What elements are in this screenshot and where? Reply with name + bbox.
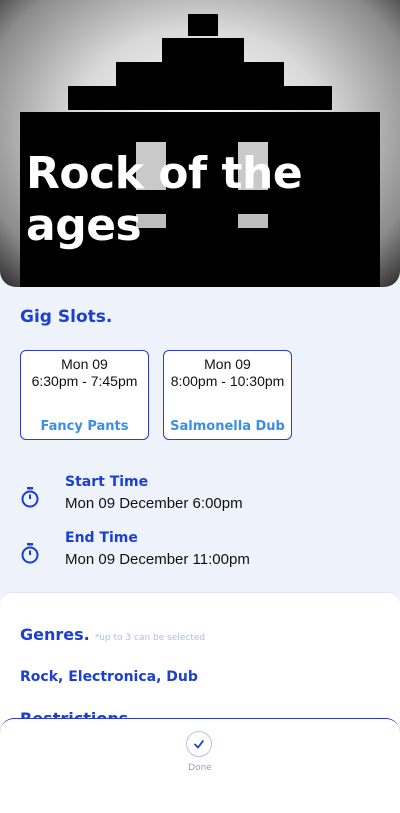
- bottom-sheet: Done: [0, 718, 400, 801]
- genres-title: Genres.: [20, 625, 90, 644]
- end-time-value: Mon 09 December 11:00pm: [65, 551, 250, 568]
- end-time-row[interactable]: End Time Mon 09 December 11:00pm: [20, 530, 380, 574]
- done-label: Done: [188, 763, 212, 773]
- gig-slot-card[interactable]: Mon 09 8:00pm - 10:30pm Salmonella Dub: [163, 350, 292, 440]
- slot-act: Salmonella Dub: [170, 419, 285, 434]
- start-time-label: Start Time: [65, 474, 149, 490]
- check-icon: [194, 740, 204, 749]
- slot-time: 8:00pm - 10:30pm: [170, 373, 285, 389]
- genres-value[interactable]: Rock, Electronica, Dub: [20, 669, 198, 685]
- genres-heading: Genres. *up to 3 can be selected: [20, 625, 205, 644]
- hero-banner: Rock of the ages: [0, 0, 400, 287]
- start-time-row[interactable]: Start Time Mon 09 December 6:00pm: [20, 474, 380, 518]
- slot-time: 6:30pm - 7:45pm: [31, 373, 138, 389]
- slot-day: Mon 09: [61, 356, 108, 372]
- gig-slots-heading: Gig Slots.: [20, 307, 113, 327]
- start-time-value: Mon 09 December 6:00pm: [65, 495, 243, 512]
- slot-day: Mon 09: [204, 356, 251, 372]
- event-title: Rock of the ages: [26, 148, 303, 251]
- done-button[interactable]: [186, 731, 212, 757]
- end-time-label: End Time: [65, 530, 138, 546]
- gig-slot-card[interactable]: Mon 09 6:30pm - 7:45pm Fancy Pants: [20, 350, 149, 440]
- genres-hint: *up to 3 can be selected: [94, 633, 206, 643]
- stopwatch-icon: [21, 543, 39, 564]
- stopwatch-icon: [21, 487, 39, 508]
- slot-act: Fancy Pants: [40, 419, 129, 434]
